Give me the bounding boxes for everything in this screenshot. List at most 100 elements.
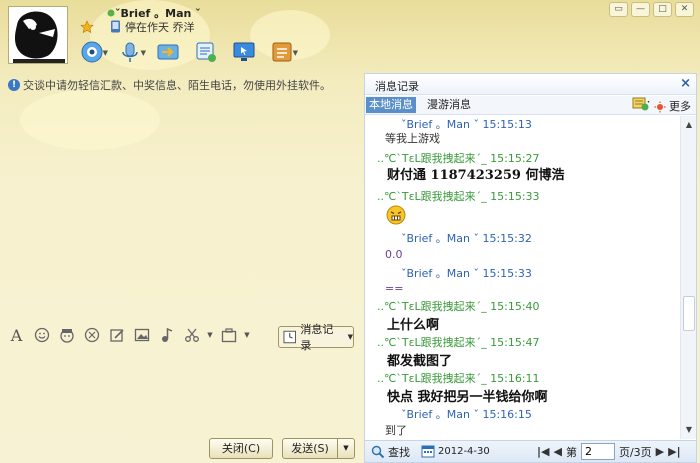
send-file-button[interactable] (151, 39, 185, 65)
screenshot-menu-button[interactable]: ▼ (206, 325, 214, 345)
last-page-button[interactable]: ▶| (668, 445, 680, 458)
info-icon: ! (8, 79, 20, 91)
message-text: 快点 我好把另一半钱给你啊 (387, 390, 548, 405)
app-menu-button[interactable]: ▼ (265, 39, 299, 65)
clock-icon (283, 330, 296, 344)
tab-roaming-messages[interactable]: 漫游消息 (427, 97, 471, 113)
message-header: ˇBrief 。Man ˇ 15:15:33 (401, 265, 532, 281)
handwrite-button[interactable] (106, 325, 127, 345)
search-icon (371, 445, 385, 459)
message-header: ..℃ˋTεL跟我拽起来ˊ_ 15:15:33 (377, 188, 540, 204)
remote-assist-button[interactable] (189, 39, 223, 65)
emoji-image (385, 204, 407, 229)
message-sender: ..℃ˋTεL跟我拽起来ˊ_ (377, 372, 487, 385)
send-button[interactable]: 发送(S) (282, 438, 338, 459)
message-sender: ..℃ˋTεL跟我拽起来ˊ_ (377, 336, 487, 349)
panel-title: 消息记录 (375, 80, 419, 93)
history-tabs: 本地消息 漫游消息 更多 (365, 96, 696, 115)
chat-toolbar: ▼ ▼ ▼ (75, 38, 299, 66)
smile-icon (34, 327, 49, 343)
more-tools-button[interactable] (218, 325, 239, 345)
message-header: ..℃ˋTεL跟我拽起来ˊ_ 15:16:11 (377, 370, 540, 386)
scroll-thumb[interactable] (683, 296, 695, 331)
message-sender: ..℃ˋTεL跟我拽起来ˊ_ (377, 300, 487, 313)
message-time: 15:15:33 (482, 267, 532, 280)
message-time: 15:16:15 (482, 408, 532, 421)
message-history-panel: 消息记录 × 本地消息 漫游消息 更多 ˇBrief 。Man ˇ 15:15:… (364, 73, 697, 463)
message-sender: ˇBrief 。Man ˇ (401, 267, 479, 280)
search-button[interactable]: 查找 (371, 444, 410, 460)
message-time: 15:15:32 (482, 232, 532, 245)
message-text: 上什么啊 (387, 318, 440, 333)
page-number-input[interactable] (580, 443, 615, 460)
phone-icon[interactable] (110, 20, 121, 36)
message-scrollbar[interactable]: ▲ ▼ (680, 116, 696, 439)
tab-local-messages[interactable]: 本地消息 (366, 97, 416, 113)
magic-emoji-button[interactable] (56, 325, 77, 345)
date-picker[interactable]: 2012-4-30 (421, 444, 490, 458)
message-time: 15:15:13 (482, 118, 532, 131)
message-time: 15:15:33 (490, 190, 540, 203)
chevron-up-icon: ▲ (685, 120, 693, 129)
font-button[interactable]: A (6, 325, 27, 345)
send-image-button[interactable] (131, 325, 152, 345)
chevron-down-icon: ▼ (207, 331, 213, 339)
search-label: 查找 (388, 446, 410, 459)
close-window-button[interactable]: ✕ (675, 2, 694, 17)
message-manager-button[interactable] (632, 97, 650, 116)
chat-window: ˇBrief 。Man ˇ 停在作天 乔洋 ▭ — □ ✕ ▼ ▼ ▼ ! 交谈… (0, 0, 700, 463)
video-call-button[interactable]: ▼ (75, 39, 109, 65)
minimize-button[interactable]: — (631, 2, 650, 17)
first-page-button[interactable]: |◀ (537, 445, 549, 458)
screenshot-button[interactable] (181, 325, 202, 345)
security-notice-text: 交谈中请勿轻信汇款、中奖信息、陌生电话，勿使用外挂软件。 (23, 79, 331, 92)
avatar[interactable] (8, 6, 68, 64)
toolbox-icon (221, 328, 236, 343)
send-file-icon (157, 44, 179, 60)
voice-call-button[interactable]: ▼ (113, 39, 147, 65)
message-text: == (385, 282, 404, 295)
message-text: 到了 (385, 424, 407, 437)
scroll-up-button[interactable]: ▲ (682, 118, 696, 132)
edit-icon (109, 329, 124, 342)
magic-emoji-icon (59, 329, 74, 343)
chevron-down-icon: ▼ (244, 331, 250, 339)
input-toolbar: A ▼ ▼ (6, 325, 251, 345)
font-icon: A (10, 325, 23, 345)
music-icon (161, 327, 172, 342)
more-tools-menu-button[interactable]: ▼ (243, 325, 251, 345)
chevron-down-icon: ▼ (343, 444, 349, 452)
maximize-button[interactable]: □ (653, 2, 672, 17)
panel-close-button[interactable]: × (680, 76, 691, 91)
pager: |◀ ◀ 第 页/3页 ▶ ▶| (537, 443, 681, 460)
close-button[interactable]: 关闭(C) (209, 438, 273, 459)
scroll-down-button[interactable]: ▼ (682, 423, 696, 437)
message-input[interactable] (0, 350, 362, 435)
remote-assist-icon (196, 42, 216, 62)
security-notice: ! 交谈中请勿轻信汇款、中奖信息、陌生电话，勿使用外挂软件。 (8, 77, 331, 93)
voice-call-icon (122, 42, 138, 62)
background-decoration (20, 90, 160, 150)
video-call-icon (81, 41, 103, 63)
message-history-label: 消息记录 (300, 323, 334, 352)
message-sender: ˇBrief 。Man ˇ (401, 408, 479, 421)
message-text: 都发截图了 (387, 354, 453, 369)
vip-star-icon[interactable] (80, 20, 94, 37)
message-sender: ..℃ˋTεL跟我拽起来ˊ_ (377, 190, 487, 203)
next-page-button[interactable]: ▶ (656, 445, 664, 458)
more-button[interactable]: 更多 (654, 99, 691, 115)
message-history-button[interactable]: 消息记录 ▼ (278, 323, 354, 352)
date-label: 2012-4-30 (438, 445, 490, 457)
send-options-button[interactable]: ▼ (337, 438, 355, 459)
shake-button[interactable] (81, 325, 102, 345)
emoji-button[interactable] (31, 325, 52, 345)
share-screen-button[interactable] (227, 39, 261, 65)
window-controls: ▭ — □ ✕ (609, 2, 694, 17)
prev-page-button[interactable]: ◀ (553, 445, 561, 458)
message-manager-icon (632, 97, 650, 111)
message-sender: ˇBrief 。Man ˇ (401, 232, 479, 245)
page-suffix: 页/3页 (618, 445, 652, 459)
message-text: 财付通 1187423259 何博浩 (387, 168, 565, 183)
skin-button[interactable]: ▭ (609, 2, 628, 17)
music-button[interactable] (156, 325, 177, 345)
